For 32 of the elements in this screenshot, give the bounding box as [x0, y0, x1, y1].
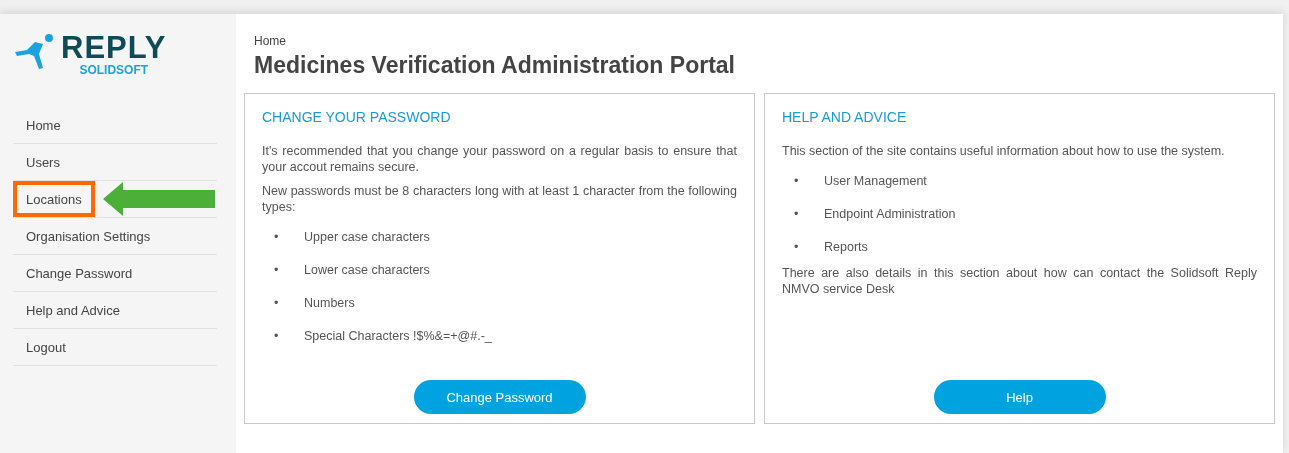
nav-item[interactable]: Home [13, 107, 217, 144]
bullet: • [274, 328, 280, 344]
card-heading: HELP AND ADVICE [782, 109, 908, 125]
nav-item[interactable]: Users [13, 144, 217, 181]
bullet: • [274, 295, 280, 311]
nav-item[interactable]: Locations [13, 181, 217, 218]
list-item: Special Characters !$%&=+@#.-_ [304, 328, 492, 344]
paragraph: New passwords must be 8 characters long with at least 1 character from the following types: [262, 183, 737, 215]
bullet: • [794, 239, 800, 255]
list-item: Lower case characters [304, 262, 430, 278]
paragraph: It's recommended that you change your password on a regular basis to ensure that your accout remains secure. [262, 143, 737, 175]
bullet: • [274, 262, 280, 278]
logo-name: REPLY [61, 32, 167, 63]
breadcrumb: Home [254, 34, 287, 48]
nav-item[interactable]: Change Password [13, 255, 217, 292]
bullet: • [274, 229, 280, 245]
nav-item[interactable]: Organisation Settings [13, 218, 217, 255]
arrow-icon [102, 182, 215, 216]
paragraph: There are also details in this section about how can contact the Solidsoft Reply NMVO service Desk [782, 265, 1257, 297]
list-item: Reports [824, 239, 868, 255]
nav-item[interactable]: Logout [13, 329, 217, 366]
list-item: Endpoint Administration [824, 206, 956, 222]
logo-subtitle: SOLIDSOFT [79, 63, 149, 77]
card-heading: CHANGE YOUR PASSWORD [262, 109, 452, 125]
bullet: • [794, 173, 800, 189]
bullet: • [794, 206, 800, 222]
list-item: Numbers [304, 295, 355, 311]
list-item: Upper case characters [304, 229, 430, 245]
page-title: Medicines Verification Administration Portal [254, 52, 736, 79]
list-item: User Management [824, 173, 927, 189]
nav-item[interactable]: Help and Advice [13, 292, 217, 329]
paragraph: This section of the site contains useful information about how to use the system. [782, 143, 1226, 159]
